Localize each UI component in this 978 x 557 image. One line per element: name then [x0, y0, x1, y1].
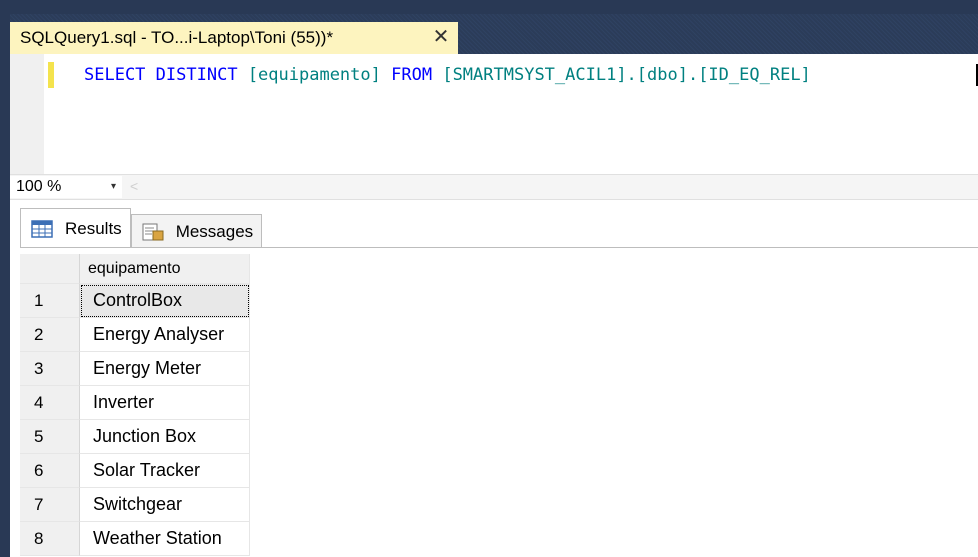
row-number[interactable]: 1: [20, 284, 80, 318]
table-cell[interactable]: Weather Station: [80, 522, 250, 556]
grid-body: 1 ControlBox 2 Energy Analyser 3 Energy Meter…: [20, 284, 250, 556]
code-line[interactable]: SELECT DISTINCT [equipamento] FROM [SMAR…: [84, 62, 811, 88]
code-token-keyword: DISTINCT: [155, 65, 238, 85]
code-token-keyword: SELECT: [84, 65, 146, 85]
zoom-value: 100 %: [16, 178, 62, 195]
tab-results[interactable]: Results: [20, 208, 131, 248]
table-cell[interactable]: Solar Tracker: [80, 454, 250, 488]
tab-results-label: Results: [65, 218, 122, 238]
tab-messages[interactable]: Messages: [130, 214, 263, 248]
grid-corner[interactable]: [20, 254, 80, 284]
table-row[interactable]: 5 Junction Box: [20, 420, 250, 454]
zoom-bar: 100 % ▾ <: [10, 174, 978, 200]
table-cell[interactable]: Energy Meter: [80, 352, 250, 386]
results-grid[interactable]: equipamento 1 ControlBox 2 Energy Analyser 3…: [20, 254, 250, 556]
table-cell[interactable]: ControlBox: [80, 284, 250, 318]
row-number[interactable]: 3: [20, 352, 80, 386]
messages-icon: [142, 223, 164, 241]
row-number[interactable]: 5: [20, 420, 80, 454]
row-number[interactable]: 7: [20, 488, 80, 522]
close-icon[interactable]: ✕: [430, 26, 452, 48]
document-tab[interactable]: SQLQuery1.sql - TO...i-Laptop\Toni (55))…: [10, 22, 458, 54]
grid-icon: [31, 219, 53, 238]
table-row[interactable]: 1 ControlBox: [20, 284, 250, 318]
chevron-down-icon: ▾: [110, 181, 116, 192]
table-row[interactable]: 2 Energy Analyser: [20, 318, 250, 352]
code-token-identifier: [equipamento]: [247, 65, 381, 85]
zoom-dropdown[interactable]: 100 % ▾: [10, 176, 122, 198]
table-row[interactable]: 7 Switchgear: [20, 488, 250, 522]
tab-divider: [20, 247, 978, 248]
table-cell[interactable]: Energy Analyser: [80, 318, 250, 352]
table-row[interactable]: 6 Solar Tracker: [20, 454, 250, 488]
table-row[interactable]: 3 Energy Meter: [20, 352, 250, 386]
results-tabs: Results Messages: [20, 208, 263, 248]
table-cell[interactable]: Inverter: [80, 386, 250, 420]
code-token-keyword: FROM: [391, 65, 433, 85]
query-editor[interactable]: SELECT DISTINCT [equipamento] FROM [SMAR…: [10, 54, 978, 174]
editor-margin: [10, 54, 44, 174]
document-tab-strip: SQLQuery1.sql - TO...i-Laptop\Toni (55))…: [10, 14, 978, 54]
change-indicator: [48, 62, 54, 88]
table-cell[interactable]: Switchgear: [80, 488, 250, 522]
row-number[interactable]: 8: [20, 522, 80, 556]
code-token-identifier: [SMARTMSYST_ACIL1].[dbo].[ID_EQ_REL]: [442, 65, 811, 85]
column-header[interactable]: equipamento: [80, 254, 250, 284]
row-number[interactable]: 2: [20, 318, 80, 352]
document-tab-title: SQLQuery1.sql - TO...i-Laptop\Toni (55))…: [20, 28, 334, 47]
table-row[interactable]: 4 Inverter: [20, 386, 250, 420]
table-row[interactable]: 8 Weather Station: [20, 522, 250, 556]
row-number[interactable]: 4: [20, 386, 80, 420]
tab-messages-label: Messages: [175, 221, 254, 241]
row-number[interactable]: 6: [20, 454, 80, 488]
ssms-window: SQLQuery1.sql - TO...i-Laptop\Toni (55))…: [10, 14, 978, 557]
scroll-left-icon[interactable]: <: [130, 178, 138, 194]
grid-header-row: equipamento: [20, 254, 250, 284]
results-pane: Results Messages equipamento 1 ControlBo…: [10, 200, 978, 557]
table-cell[interactable]: Junction Box: [80, 420, 250, 454]
